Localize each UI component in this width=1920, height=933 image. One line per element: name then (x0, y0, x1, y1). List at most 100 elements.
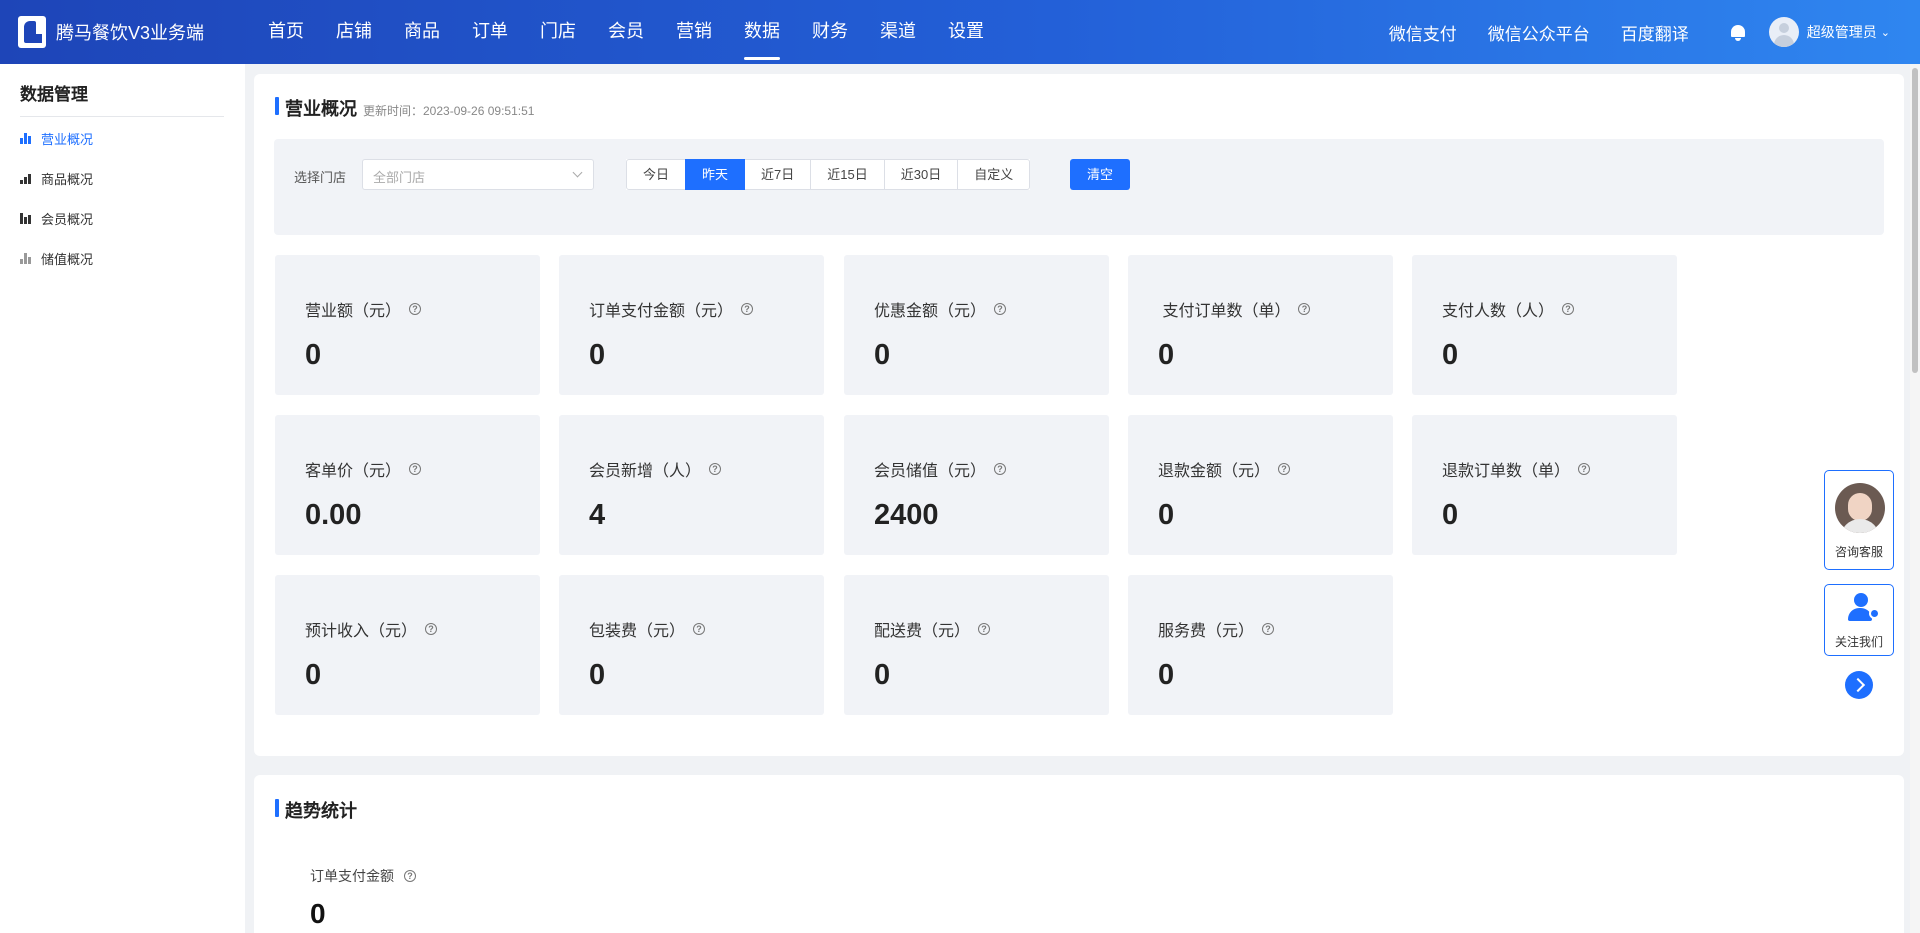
nav-shop[interactable]: 店铺 (336, 0, 372, 64)
stat-value: 0 (589, 339, 606, 371)
stat-label-text: 退款金额（元） (1158, 463, 1271, 480)
help-icon[interactable]: ? (425, 623, 438, 635)
help-icon[interactable]: ? (404, 870, 416, 882)
stat-label-text: 订单支付金额（元） (589, 303, 734, 320)
stat-label: 包装费（元）? (589, 617, 706, 641)
nav-home[interactable]: 首页 (268, 0, 304, 64)
stat-card-refund-orders: 退款订单数（单）? 0 (1412, 415, 1677, 555)
wechat-mp-link[interactable]: 微信公众平台 (1488, 20, 1590, 45)
nav-members[interactable]: 会员 (608, 0, 644, 64)
stat-value: 0 (874, 659, 891, 691)
follow-us-widget[interactable]: 关注我们 (1824, 584, 1894, 656)
sidebar-item-stored-value-overview[interactable]: 储值概况 (20, 248, 93, 268)
help-icon[interactable]: ? (409, 303, 422, 315)
user-follow-icon (1848, 593, 1880, 623)
help-icon[interactable]: ? (1262, 623, 1275, 635)
stat-label: 配送费（元）? (874, 617, 991, 641)
scrollbar-thumb[interactable] (1912, 68, 1918, 373)
help-icon[interactable]: ? (409, 463, 422, 475)
help-icon[interactable]: ? (1278, 463, 1291, 475)
help-icon[interactable]: ? (994, 303, 1007, 315)
nav-settings[interactable]: 设置 (948, 0, 984, 64)
baidu-translate-link[interactable]: 百度翻译 (1621, 20, 1689, 45)
range-yesterday-button[interactable]: 昨天 (685, 159, 746, 190)
stat-label-text: 营业额（元） (305, 303, 402, 320)
nav-goods[interactable]: 商品 (404, 0, 440, 64)
nav-data[interactable]: 数据 (744, 0, 780, 64)
sidebar-item-label: 商品概况 (41, 171, 94, 187)
header-right: 微信支付 微信公众平台 百度翻译 超级管理员 ⌄ (1389, 0, 1890, 64)
help-icon[interactable]: ? (709, 463, 722, 475)
stat-label: 营业额（元）? (305, 297, 422, 321)
nav-finance[interactable]: 财务 (812, 0, 848, 64)
stat-label: 支付订单数（单）? (1158, 297, 1311, 321)
app-logo[interactable]: 腾马餐饮V3业务端 (18, 16, 204, 48)
trend-metric-label-text: 订单支付金额 (310, 868, 394, 884)
top-navigation-bar: 腾马餐饮V3业务端 首页 店铺 商品 订单 门店 会员 营销 数据 财务 渠道 … (0, 0, 1920, 64)
stat-label: 优惠金额（元）? (874, 297, 1007, 321)
stat-card-discount-amount: 优惠金额（元）? 0 (844, 255, 1109, 395)
range-7d-button[interactable]: 近7日 (744, 159, 812, 190)
nav-marketing[interactable]: 营销 (676, 0, 712, 64)
store-select-placeholder: 全部门店 (373, 170, 426, 185)
trend-header: 趋势统计 (275, 797, 357, 823)
stat-label-text: 退款订单数（单） (1442, 463, 1571, 480)
stat-label-text: 会员新增（人） (589, 463, 702, 480)
sidebar-item-goods-overview[interactable]: 商品概况 (20, 168, 93, 188)
stat-card-revenue: 营业额（元）? 0 (275, 255, 540, 395)
stat-value: 0.00 (305, 499, 362, 531)
chevron-down-icon[interactable]: ⌄ (1881, 26, 1890, 39)
update-time: 更新时间：2023-09-26 09:51:51 (363, 104, 535, 118)
clear-button[interactable]: 清空 (1070, 159, 1130, 190)
range-today-button[interactable]: 今日 (626, 159, 687, 190)
range-30d-button[interactable]: 近30日 (883, 159, 959, 190)
stat-value: 0 (1442, 339, 1459, 371)
stat-label: 订单支付金额（元）? (589, 297, 754, 321)
chevron-right-icon[interactable] (1845, 671, 1873, 699)
consult-service-widget[interactable]: 咨询客服 (1824, 470, 1894, 570)
range-15d-button[interactable]: 近15日 (810, 159, 885, 190)
help-icon[interactable]: ? (741, 303, 754, 315)
stat-card-order-paid-amount: 订单支付金额（元）? 0 (559, 255, 824, 395)
stat-card-member-stored-value: 会员储值（元）? 2400 (844, 415, 1109, 555)
bell-icon[interactable] (1730, 23, 1746, 41)
help-icon[interactable]: ? (994, 463, 1007, 475)
sidebar-item-member-overview[interactable]: 会员概况 (20, 208, 93, 228)
nav-orders[interactable]: 订单 (472, 0, 508, 64)
stat-value: 0 (1442, 499, 1459, 531)
stat-card-paid-orders: 支付订单数（单）? 0 (1128, 255, 1393, 395)
range-custom-button[interactable]: 自定义 (957, 159, 1031, 190)
sidebar-title: 数据管理 (20, 85, 88, 104)
consult-service-label: 咨询客服 (1834, 545, 1883, 559)
stat-card-new-members: 会员新增（人）? 4 (559, 415, 824, 555)
sidebar-item-label: 会员概况 (41, 211, 94, 227)
help-icon[interactable]: ? (1562, 303, 1575, 315)
sidebar-item-business-overview[interactable]: 营业概况 (20, 128, 93, 148)
stat-label-text: 优惠金额（元） (874, 303, 987, 320)
page-scrollbar[interactable] (1910, 64, 1920, 933)
stat-label-text: 配送费（元） (874, 623, 971, 640)
stat-card-paying-users: 支付人数（人）? 0 (1412, 255, 1677, 395)
wechat-pay-link[interactable]: 微信支付 (1389, 20, 1457, 45)
help-icon[interactable]: ? (693, 623, 706, 635)
user-name[interactable]: 超级管理员 (1807, 22, 1877, 42)
trend-card (254, 775, 1904, 933)
help-icon[interactable]: ? (978, 623, 991, 635)
follow-us-label: 关注我们 (1834, 635, 1883, 649)
stat-label-text: 支付人数（人） (1442, 303, 1555, 320)
stat-label-text: 服务费（元） (1158, 623, 1255, 640)
stat-value: 0 (305, 659, 322, 691)
customer-service-avatar (1835, 483, 1885, 533)
help-icon[interactable]: ? (1578, 463, 1591, 475)
stat-card-service-fee: 服务费（元）? 0 (1128, 575, 1393, 715)
store-select[interactable]: 全部门店 (362, 159, 594, 190)
help-icon[interactable]: ? (1298, 303, 1311, 315)
stat-value: 0 (1158, 339, 1175, 371)
nav-channels[interactable]: 渠道 (880, 0, 916, 64)
stat-label: 会员新增（人）? (589, 457, 722, 481)
user-avatar[interactable] (1768, 17, 1799, 47)
nav-stores[interactable]: 门店 (540, 0, 576, 64)
date-range-group: 今日 昨天 近7日 近15日 近30日 自定义 (626, 159, 1031, 190)
main-nav: 首页 店铺 商品 订单 门店 会员 营销 数据 财务 渠道 设置 (268, 0, 1016, 64)
stat-card-packaging-fee: 包装费（元）? 0 (559, 575, 824, 715)
